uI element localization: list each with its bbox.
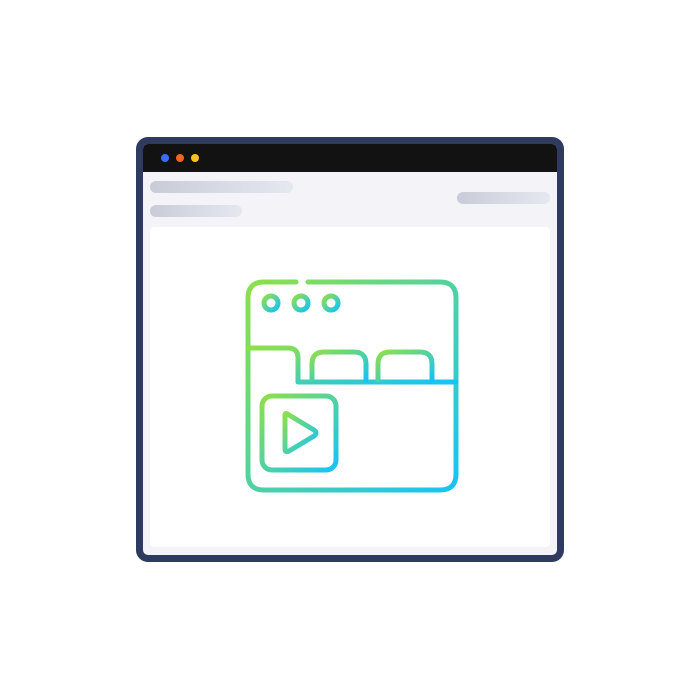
browser-window [136, 137, 564, 562]
video-thumbnail-box [259, 393, 339, 473]
page-dot-icon [291, 293, 311, 313]
page-dot-icon [321, 293, 341, 313]
window-close-dot[interactable] [161, 154, 169, 162]
window-titlebar [143, 144, 557, 172]
skeleton-action-bar [457, 192, 550, 204]
window-maximize-dot[interactable] [191, 154, 199, 162]
tab-shape [309, 349, 369, 383]
play-icon [282, 411, 319, 455]
video-web-page-icon [245, 279, 459, 493]
stage [0, 0, 700, 700]
skeleton-title-bar [150, 181, 293, 193]
content-panel [150, 227, 550, 547]
window-minimize-dot[interactable] [176, 154, 184, 162]
page-dot-icon [261, 293, 281, 313]
skeleton-subtitle-bar [150, 205, 242, 217]
tab-shape [375, 349, 435, 383]
